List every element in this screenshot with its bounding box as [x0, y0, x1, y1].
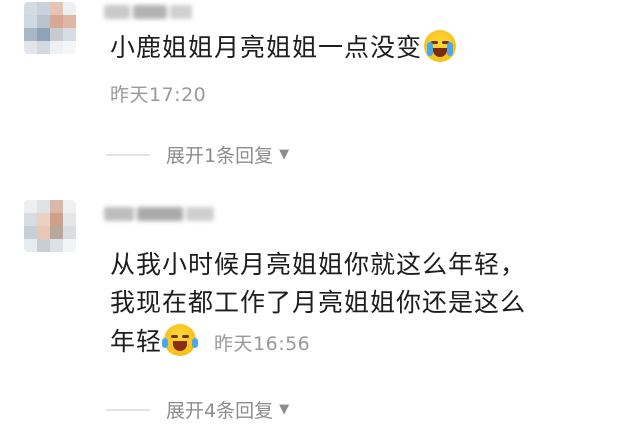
divider	[106, 408, 150, 411]
username-blurred[interactable]	[104, 4, 195, 20]
comment-text-line: 从我小时候月亮姐姐你就这么年轻，	[110, 250, 527, 279]
comment-text-line: 年轻	[110, 327, 163, 356]
caret-down-icon: ▼	[279, 147, 290, 162]
comment-text-line: 小鹿姐姐月亮姐姐一点没变	[110, 33, 423, 62]
comment-time: 昨天17:20	[110, 84, 207, 106]
username-blurred[interactable]	[104, 206, 217, 222]
comment-time: 昨天16:56	[214, 333, 311, 355]
crying-face-icon	[424, 30, 457, 62]
avatar[interactable]	[24, 2, 76, 54]
comment-text-line: 我现在都工作了月亮姐姐你还是这么	[110, 288, 527, 317]
divider	[106, 153, 150, 156]
comment-text-last-line: 年轻 昨天16:56	[110, 324, 526, 361]
expand-replies-button[interactable]: 展开4条回复 ▼	[106, 396, 289, 423]
comment-meta: 昨天17:20	[110, 80, 206, 107]
expand-replies-label: 展开1条回复	[166, 145, 274, 167]
tears-of-joy-icon	[162, 324, 199, 356]
comment-text: 小鹿姐姐月亮姐姐一点没变	[110, 30, 457, 65]
avatar[interactable]	[24, 200, 76, 252]
expand-replies-button[interactable]: 展开1条回复 ▼	[106, 141, 289, 168]
caret-down-icon: ▼	[279, 402, 290, 417]
comment-text: 从我小时候月亮姐姐你就这么年轻， 我现在都工作了月亮姐姐你还是这么 年轻 昨天1…	[110, 248, 526, 361]
expand-replies-label: 展开4条回复	[166, 400, 274, 422]
